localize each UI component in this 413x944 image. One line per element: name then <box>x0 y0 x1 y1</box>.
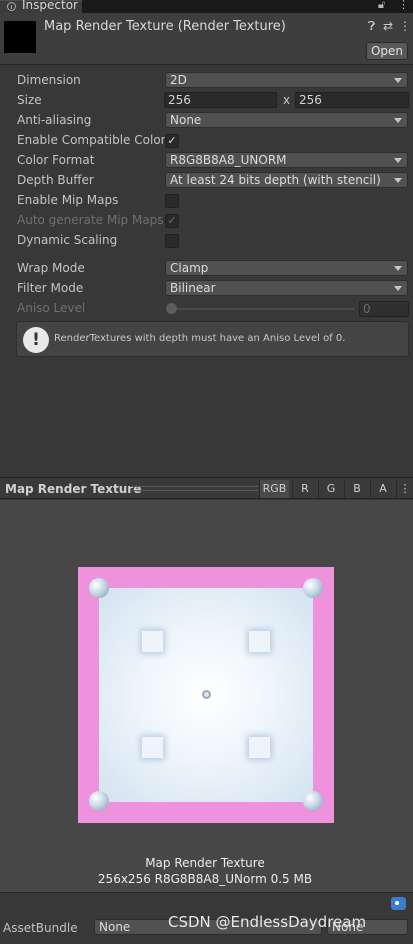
filter-mode-label: Filter Mode <box>17 281 84 295</box>
wrap-mode-value: Clamp <box>170 261 209 275</box>
preview-caption-info: 256x256 R8G8B8A8_UNorm 0.5 MB <box>97 872 313 886</box>
warning-icon: ! <box>23 327 49 353</box>
dynamic-scaling-label: Dynamic Scaling <box>17 233 118 247</box>
channel-g-button[interactable]: G <box>318 480 343 498</box>
asset-bundle-value: None <box>99 920 131 934</box>
wrap-mode-label: Wrap Mode <box>17 261 85 275</box>
info-icon <box>7 2 16 11</box>
size-x-label: x <box>283 93 291 107</box>
channel-r-button[interactable]: R <box>292 480 317 498</box>
preset-icon[interactable]: ⇄ <box>383 19 393 33</box>
color-format-label: Color Format <box>17 153 95 167</box>
inspector-header: Map Render Texture (Render Texture) ❓︎ ⇄… <box>0 13 413 65</box>
aniso-level-field: 0 <box>359 301 409 317</box>
filter-mode-value: Bilinear <box>170 281 216 295</box>
dimension-label: Dimension <box>17 73 81 87</box>
dynamic-scaling-checkbox[interactable] <box>165 234 179 248</box>
help-box: ! RenderTextures with depth must have an… <box>16 321 409 357</box>
preview-toolbar: Map Render Texture RGB R G B A ⋮ <box>0 477 413 499</box>
size-width-field[interactable]: 256 <box>164 92 277 108</box>
aniso-slider-track <box>173 308 354 310</box>
preview-title[interactable]: Map Render Texture <box>5 482 141 496</box>
color-format-value: R8G8B8A8_UNORM <box>170 153 287 167</box>
depth-buffer-value: At least 24 bits depth (with stencil) <box>170 173 381 187</box>
compat-color-checkbox[interactable]: ✓ <box>165 134 179 148</box>
aniso-slider-knob <box>166 303 177 314</box>
lock-icon[interactable]: 🔓︎ <box>378 0 385 12</box>
asset-bundle-label: AssetBundle <box>3 921 78 935</box>
texture-square <box>142 737 163 758</box>
chevron-down-icon <box>394 178 402 183</box>
size-height-field[interactable]: 256 <box>295 92 409 108</box>
texture-square <box>249 737 270 758</box>
depth-buffer-dropdown[interactable]: At least 24 bits depth (with stencil) <box>165 172 408 188</box>
anti-aliasing-dropdown[interactable]: None <box>165 112 408 128</box>
texture-orb <box>89 578 109 598</box>
color-format-dropdown[interactable]: R8G8B8A8_UNORM <box>165 152 408 168</box>
size-label: Size <box>17 93 42 107</box>
auto-mip-checkbox: ✓ <box>165 214 179 228</box>
aniso-level-label: Aniso Level <box>17 301 86 315</box>
chevron-down-icon <box>394 266 402 271</box>
chevron-down-icon <box>394 78 402 83</box>
center-marker <box>202 690 211 699</box>
open-button[interactable]: Open <box>366 42 408 60</box>
help-icon[interactable]: ❓︎ <box>368 19 375 34</box>
texture-orb <box>89 791 109 811</box>
anti-aliasing-value: None <box>170 113 202 127</box>
chevron-down-icon <box>394 286 402 291</box>
mip-maps-checkbox[interactable] <box>165 194 179 208</box>
depth-buffer-label: Depth Buffer <box>17 173 94 187</box>
filter-mode-dropdown[interactable]: Bilinear <box>165 280 408 296</box>
asset-title: Map Render Texture (Render Texture) <box>44 19 286 34</box>
kebab-menu-icon[interactable]: ⋮ <box>399 19 411 33</box>
channel-rgb-button[interactable]: RGB <box>259 480 289 498</box>
mip-maps-label: Enable Mip Maps <box>17 193 119 207</box>
watermark: CSDN @EndlessDaydream <box>168 913 367 931</box>
help-text: RenderTextures with depth must have an A… <box>54 333 346 344</box>
wrap-mode-dropdown[interactable]: Clamp <box>165 260 408 276</box>
drag-handle[interactable] <box>130 486 258 491</box>
tab-bar: Inspector 🔓︎ ⋮ <box>0 0 413 13</box>
channel-b-button[interactable]: B <box>344 480 369 498</box>
compat-color-label: Enable Compatible Color F <box>17 133 165 147</box>
kebab-menu-icon[interactable]: ⋮ <box>396 480 413 498</box>
anti-aliasing-label: Anti-aliasing <box>17 113 92 127</box>
asset-thumbnail <box>4 21 36 53</box>
auto-mip-label: Auto generate Mip Maps <box>17 213 164 227</box>
preview-caption-name: Map Render Texture <box>145 856 265 870</box>
tab-label: Inspector <box>22 0 78 12</box>
tab-inspector[interactable]: Inspector <box>0 0 82 13</box>
chevron-down-icon <box>394 158 402 163</box>
dimension-value: 2D <box>170 73 187 87</box>
channel-a-button[interactable]: A <box>370 480 395 498</box>
kebab-menu-icon[interactable]: ⋮ <box>398 0 409 11</box>
dimension-dropdown[interactable]: 2D <box>165 72 408 88</box>
texture-orb <box>303 578 323 598</box>
texture-square <box>249 631 270 652</box>
texture-orb <box>303 791 323 811</box>
chevron-down-icon <box>394 118 402 123</box>
tag-icon[interactable] <box>391 897 406 910</box>
texture-square <box>142 631 163 652</box>
